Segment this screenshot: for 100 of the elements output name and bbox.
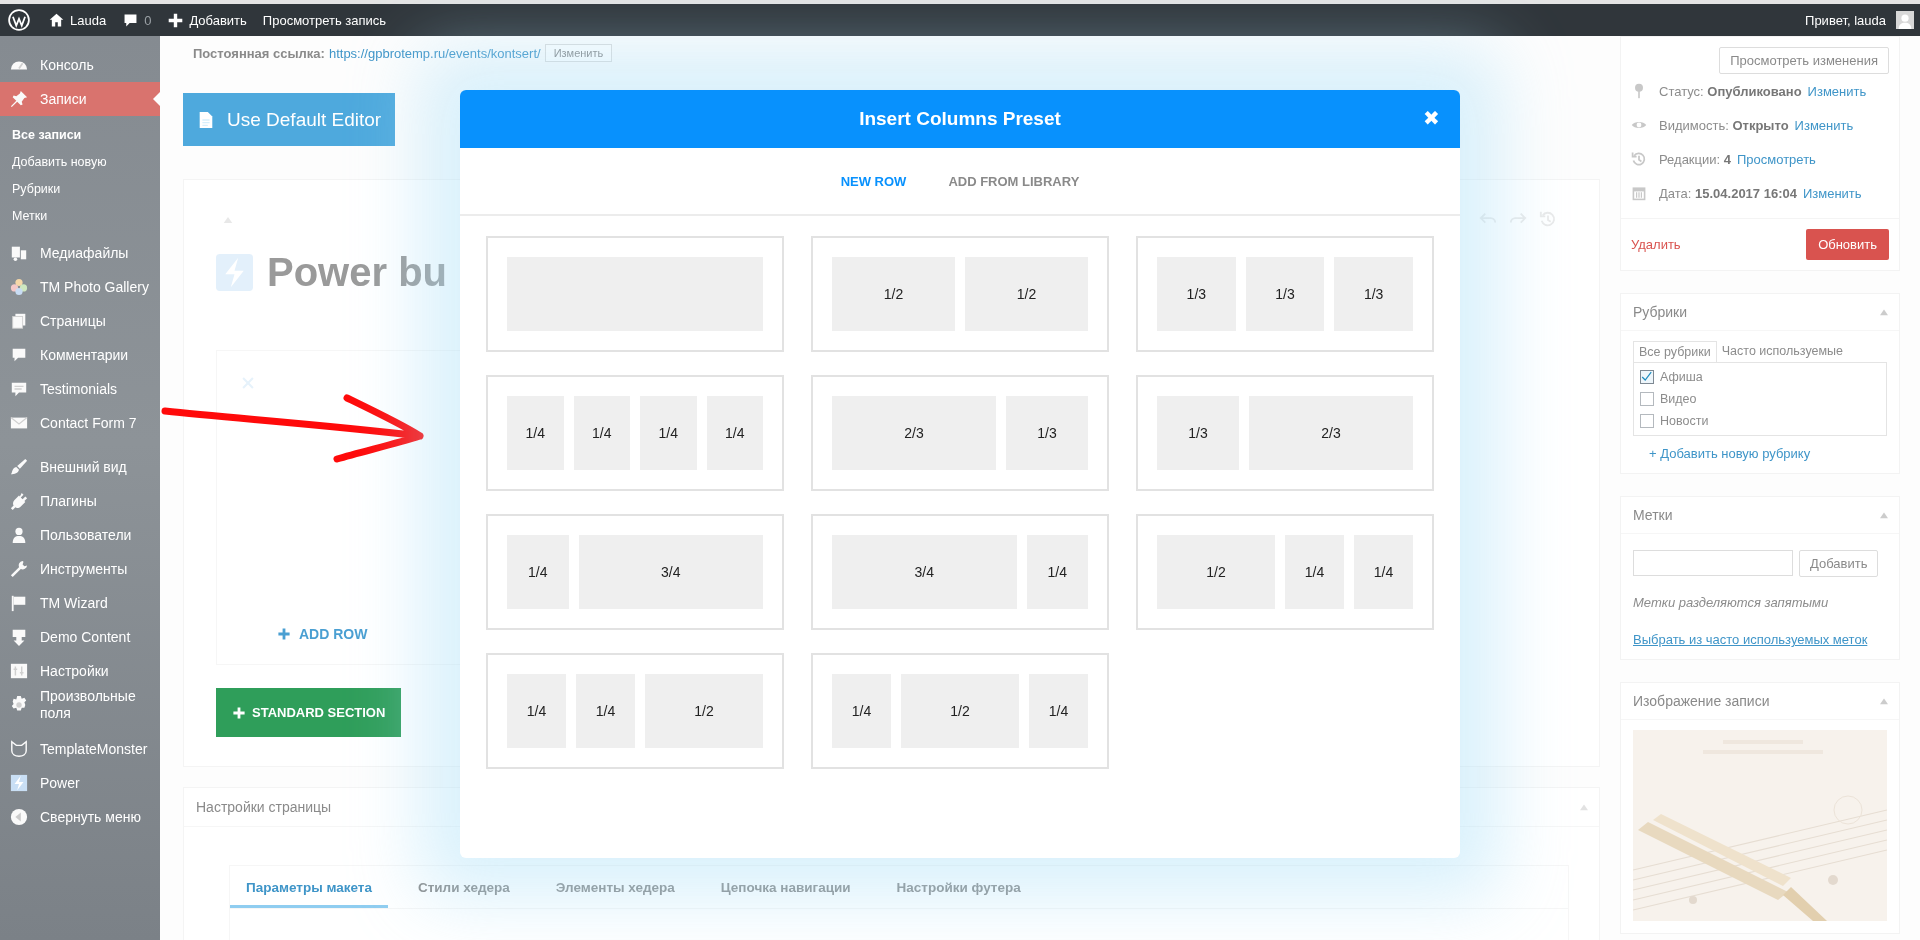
comments-link[interactable]: 0 — [114, 4, 160, 36]
permalink-label: Постоянная ссылка: — [193, 45, 325, 61]
menu-item[interactable]: TM Wizard — [0, 586, 160, 620]
menu-item[interactable]: Contact Form 7 — [0, 406, 160, 440]
edit-link[interactable]: Изменить — [1794, 117, 1854, 133]
preset-card[interactable]: 3/4 1/4 — [811, 514, 1109, 630]
meta-text: Редакции: 4 — [1659, 151, 1731, 167]
plus-icon — [167, 11, 185, 29]
checkbox[interactable] — [1640, 370, 1654, 384]
menu-item[interactable]: Плагины — [0, 484, 160, 518]
menu-item[interactable]: Медиафайлы — [0, 236, 160, 270]
download-icon — [10, 628, 28, 646]
bolt-icon — [216, 254, 253, 291]
standard-section-button[interactable]: STANDARD SECTION — [216, 688, 402, 737]
sliders-icon — [10, 662, 28, 680]
preset-card[interactable]: 1/2 1/2 — [811, 236, 1109, 352]
caret-icon[interactable] — [1579, 803, 1589, 811]
menu-item[interactable]: Консоль — [0, 48, 160, 82]
menu-item[interactable]: Demo Content — [0, 620, 160, 654]
submenu-item[interactable]: Рубрики — [0, 176, 160, 203]
delete-link[interactable]: Удалить — [1631, 237, 1681, 252]
logo-icon[interactable] — [8, 9, 30, 31]
column-block: 1/4 — [507, 674, 566, 748]
column-block: 1/4 — [1026, 535, 1088, 609]
preset-card[interactable]: 1/4 1/2 1/4 — [811, 653, 1109, 769]
tag-input-field[interactable] — [1633, 550, 1793, 576]
tab[interactable]: ADD FROM LIBRARY — [948, 173, 1080, 189]
tab[interactable]: Цепочка навигации — [704, 866, 867, 908]
plus-icon — [277, 627, 291, 641]
column-block: 1/3 — [1334, 257, 1413, 331]
avatar-icon[interactable] — [1896, 11, 1914, 29]
submenu-item[interactable]: Добавить новую — [0, 149, 160, 176]
menu-item[interactable]: Записи — [0, 82, 160, 116]
edit-link[interactable]: Просмотреть — [1737, 151, 1816, 167]
caret-icon[interactable] — [1879, 511, 1889, 519]
column-block: 3/4 — [578, 535, 763, 609]
site-link[interactable]: Lauda — [40, 4, 115, 36]
permalink-url[interactable]: https://gpbrotemp.ru/events/kontsert/ — [328, 45, 541, 61]
popular-tags-link[interactable]: Выбрать из часто используемых меток — [1633, 632, 1868, 647]
column-block: 1/3 — [1157, 257, 1236, 331]
menu-item[interactable]: Пользователи — [0, 518, 160, 552]
tab[interactable]: NEW ROW — [840, 173, 907, 189]
tab[interactable]: Элементы хедера — [539, 866, 691, 908]
menu-item[interactable]: TemplateMonster — [0, 732, 160, 766]
category-label: Новости — [1660, 414, 1709, 428]
edit-link[interactable]: Изменить — [1802, 185, 1862, 201]
checkbox[interactable] — [1640, 414, 1654, 428]
add-row-button[interactable]: ADD ROW — [241, 626, 368, 642]
column-block: 1/2 — [832, 257, 955, 331]
new-link[interactable]: Добавить — [159, 4, 255, 36]
menu-item[interactable]: Произвольные поля — [0, 688, 160, 722]
menu-item[interactable]: Свернуть меню — [0, 800, 160, 834]
default-editor-button[interactable]: Use Default Editor — [183, 93, 396, 146]
tab[interactable]: Часто используемые — [1716, 341, 1848, 362]
menu-item[interactable]: Комментарии — [0, 338, 160, 372]
column-block: 1/4 — [832, 674, 891, 748]
column-block: 1/4 — [507, 535, 569, 609]
preset-card[interactable]: 1/3 2/3 — [1136, 375, 1434, 491]
add-tag-button[interactable]: Добавить — [1799, 550, 1879, 577]
view-post-link[interactable]: Просмотреть запись — [254, 4, 395, 36]
menu-item[interactable]: Testimonials — [0, 372, 160, 406]
preset-card[interactable]: 1/4 1/4 1/4 1/4 — [486, 375, 784, 491]
flower-icon — [10, 278, 28, 296]
user-icon — [10, 526, 28, 544]
menu-item[interactable]: Внешний вид — [0, 450, 160, 484]
preset-card[interactable]: 1/3 1/3 1/3 — [1136, 236, 1434, 352]
preview-changes-button[interactable]: Просмотреть изменения — [1719, 47, 1889, 74]
column-block: 2/3 — [832, 396, 996, 470]
greeting-link[interactable]: Привет, lauda — [1797, 4, 1894, 36]
add-category-link[interactable]: + Добавить новую рубрику — [1649, 446, 1811, 461]
menu-item[interactable]: Инструменты — [0, 552, 160, 586]
edit-link[interactable]: Изменить — [1807, 83, 1867, 99]
menu-item[interactable]: Страницы — [0, 304, 160, 338]
pages-icon — [10, 312, 28, 330]
caret-icon[interactable] — [1879, 308, 1889, 316]
edit-button[interactable]: Изменить — [544, 44, 613, 62]
preset-card[interactable]: 2/3 1/3 — [811, 375, 1109, 491]
preset-card[interactable]: 1/4 1/4 1/2 — [486, 653, 784, 769]
submenu-item[interactable]: Метки — [0, 203, 160, 230]
tab[interactable]: Параметры макета — [230, 866, 388, 908]
preset-card[interactable]: 1/2 1/4 1/4 — [1136, 514, 1434, 630]
checkbox[interactable] — [1640, 392, 1654, 406]
menu-item[interactable]: Настройки — [0, 654, 160, 688]
category-label: Видео — [1660, 392, 1697, 406]
history-icon[interactable] — [1539, 210, 1557, 228]
tab[interactable]: Стили хедера — [401, 866, 526, 908]
column-block: 1/4 — [1029, 674, 1088, 748]
close-button[interactable]: ✖ — [1423, 106, 1440, 130]
preset-card[interactable]: 1/4 3/4 — [486, 514, 784, 630]
menu-item[interactable]: Power — [0, 766, 160, 800]
menu-item[interactable]: TM Photo Gallery — [0, 270, 160, 304]
modal-title: Insert Columns Preset — [859, 108, 1061, 130]
caret-icon[interactable] — [1879, 697, 1889, 705]
cat-head-icon — [10, 740, 28, 758]
close-icon[interactable] — [241, 376, 255, 390]
preset-card[interactable] — [486, 236, 784, 352]
tab[interactable]: Все рубрики — [1633, 341, 1717, 362]
update-button[interactable]: Обновить — [1806, 229, 1889, 260]
tab[interactable]: Настройки футера — [880, 866, 1037, 908]
submenu-item[interactable]: Все записи — [0, 122, 160, 149]
